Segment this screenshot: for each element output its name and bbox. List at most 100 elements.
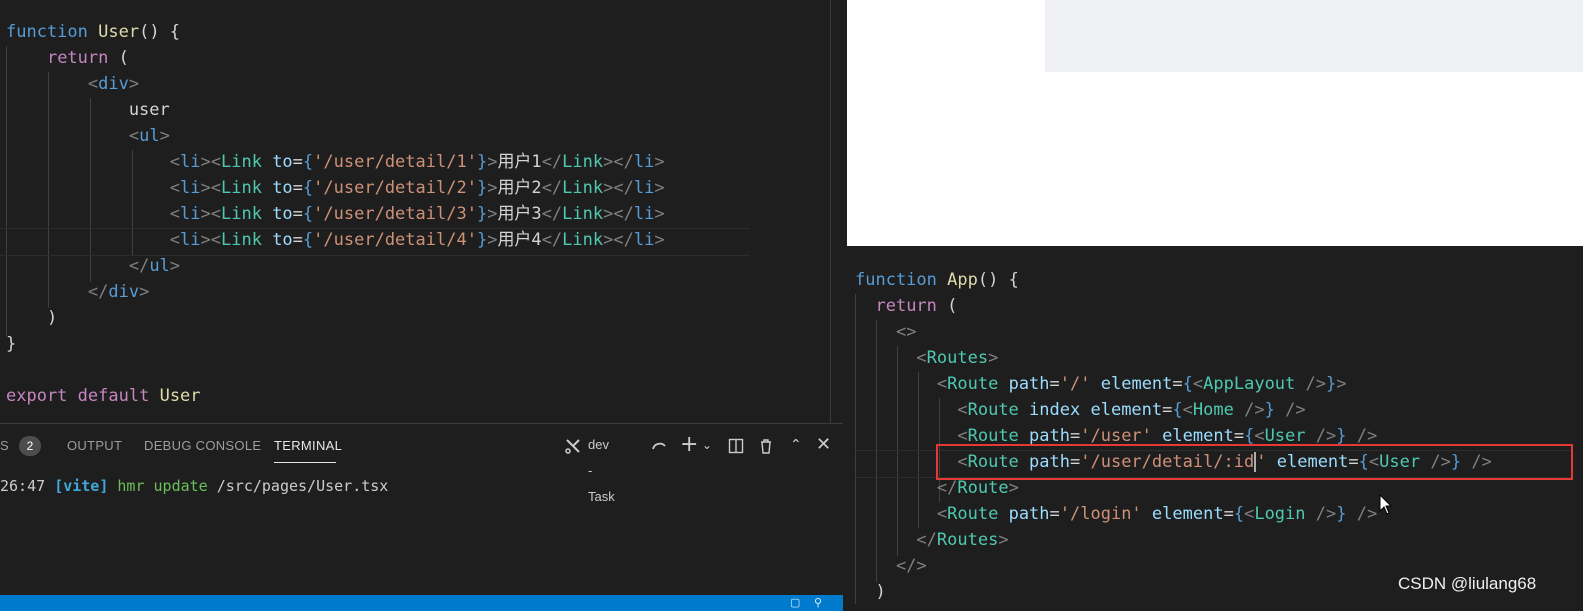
code-token: Link: [220, 230, 262, 250]
code-token: }: [476, 152, 488, 172]
code-line: <ul>: [6, 123, 170, 149]
code-line: <Route path='/login' element={<Login />}…: [855, 501, 1377, 527]
code-token: Link: [220, 178, 262, 198]
code-token: ): [6, 308, 58, 328]
code-token: ></: [603, 178, 634, 198]
tab-terminal[interactable]: TERMINAL: [274, 438, 342, 453]
code-token: =: [292, 178, 303, 198]
code-line: <Route index element={<Home />} />: [855, 397, 1305, 423]
tools-icon[interactable]: [564, 432, 582, 458]
code-line: <li><Link to={'/user/detail/1'}>用户1</Lin…: [6, 149, 665, 175]
code-line: </Routes>: [855, 527, 1008, 553]
code-token: element: [1151, 504, 1224, 524]
code-token: >: [1008, 478, 1019, 498]
code-line: </div>: [6, 279, 149, 305]
code-token: }: [476, 178, 488, 198]
code-token: Routes: [926, 348, 989, 368]
plus-icon[interactable]: +: [680, 432, 698, 458]
close-icon[interactable]: ✕: [816, 432, 831, 458]
code-token: ></: [603, 152, 634, 172]
code-token: element: [1100, 374, 1173, 394]
code-token: </: [916, 530, 937, 550]
code-token: to: [272, 152, 293, 172]
code-token: Link: [562, 152, 604, 172]
code-token: '/': [1059, 374, 1091, 394]
code-token: =: [1162, 400, 1173, 420]
code-token: li: [633, 230, 655, 250]
code-token: Routes: [936, 530, 999, 550]
left-code-editor[interactable]: function User() { return ( <div> user <u…: [0, 0, 830, 422]
code-token: {: [1172, 400, 1183, 420]
code-token: li: [633, 178, 655, 198]
code-token: 用户2: [497, 178, 542, 198]
code-token: AppLayout: [1203, 374, 1296, 394]
code-token: {: [302, 178, 314, 198]
active-tab-indicator: [274, 462, 336, 463]
code-token: return: [875, 296, 937, 316]
code-token: ></: [603, 230, 634, 250]
code-line: </ul>: [6, 253, 180, 279]
code-token: {: [1182, 374, 1193, 394]
code-token: >: [654, 178, 665, 198]
tab-debug-console[interactable]: DEBUG CONSOLE: [144, 438, 261, 453]
code-token: {: [302, 230, 314, 250]
code-token: to: [272, 230, 293, 250]
layout-icon[interactable]: ▢: [790, 595, 800, 611]
trash-icon[interactable]: [758, 432, 774, 458]
code-token: Link: [562, 230, 604, 250]
code-token: () {: [139, 22, 181, 42]
code-token: <: [957, 426, 968, 446]
code-token: >: [487, 152, 498, 172]
code-token: {: [1244, 426, 1255, 446]
code-token: path: [1029, 426, 1070, 446]
code-token: </>: [895, 556, 927, 576]
terminal-message: hmr update: [108, 477, 208, 495]
tab-output[interactable]: OUTPUT: [67, 438, 122, 453]
tab-problems[interactable]: S: [0, 438, 9, 453]
code-token: <: [936, 504, 948, 524]
code-token: />: [1244, 400, 1265, 420]
code-line: </>: [855, 553, 927, 579]
code-token: to: [272, 178, 293, 198]
chevron-down-icon[interactable]: ⌄: [702, 432, 712, 458]
code-token: =: [292, 152, 303, 172]
code-token: li: [180, 178, 201, 198]
code-token: Route: [947, 374, 999, 394]
right-code-editor[interactable]: function App() { return ( <> <Routes> <R…: [845, 248, 1583, 611]
code-token: </: [541, 152, 563, 172]
terminal-output-line: 26:47 [vite] hmr update /src/pages/User.…: [0, 474, 388, 498]
code-line: user: [6, 97, 170, 123]
code-token: <: [1254, 426, 1265, 446]
code-token: '/user': [1080, 426, 1152, 446]
code-token: <: [1192, 374, 1204, 394]
spinner-icon: [650, 432, 668, 458]
task-select-label[interactable]: dev - Task: [588, 432, 615, 510]
mouse-cursor-icon: [1379, 494, 1393, 515]
code-token: Home: [1192, 400, 1234, 420]
chevron-up-icon[interactable]: ⌃: [790, 432, 802, 458]
code-token: Link: [562, 178, 604, 198]
code-token: '/user/detail/2': [313, 178, 477, 198]
code-token: Link: [562, 204, 604, 224]
split-terminal-icon[interactable]: [728, 432, 744, 458]
code-token: </: [936, 478, 958, 498]
code-line: <div>: [6, 71, 139, 97]
code-token: >: [654, 152, 665, 172]
search-icon[interactable]: ⚲: [814, 595, 822, 611]
code-token: Route: [967, 426, 1019, 446]
code-line: <li><Link to={'/user/detail/3'}>用户3</Lin…: [6, 201, 665, 227]
code-line: ): [6, 305, 57, 331]
